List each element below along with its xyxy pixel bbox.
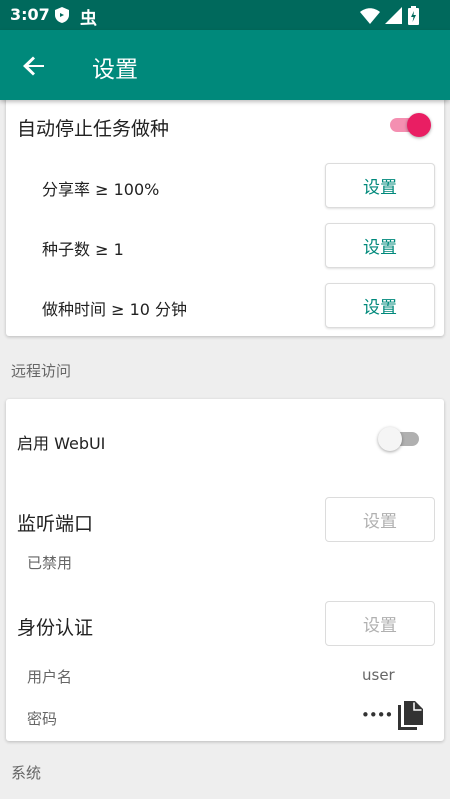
copy-icon[interactable] <box>395 700 425 736</box>
auth-set-button[interactable]: 设置 <box>325 601 435 646</box>
shield-icon <box>55 7 69 27</box>
signal-icon <box>385 7 402 28</box>
switch-thumb <box>407 113 431 137</box>
seed-count-label: 种子数 ≥ 1 <box>42 240 124 259</box>
page-title: 设置 <box>92 57 138 83</box>
share-ratio-label: 分享率 ≥ 100% <box>42 180 160 199</box>
bug-icon: 虫 <box>80 9 97 29</box>
arrow-left-icon[interactable] <box>20 52 48 80</box>
listen-port-label: 监听端口 <box>17 513 94 535</box>
battery-icon <box>408 6 419 29</box>
listen-port-set-button[interactable]: 设置 <box>325 497 435 542</box>
username-label: 用户名 <box>27 668 73 686</box>
seeding-time-label: 做种时间 ≥ 10 分钟 <box>42 300 188 319</box>
password-label: 密码 <box>27 710 58 728</box>
system-section-title: 系统 <box>11 764 42 782</box>
listen-port-status: 已禁用 <box>27 554 73 572</box>
seeding-time-set-button[interactable]: 设置 <box>325 283 435 328</box>
share-ratio-set-button[interactable]: 设置 <box>325 163 435 208</box>
webui-label: 启用 WebUI <box>17 434 106 453</box>
seed-count-set-button[interactable]: 设置 <box>325 223 435 268</box>
auto-stop-switch[interactable] <box>387 113 431 137</box>
app-bar: 设置 <box>0 30 450 100</box>
webui-switch[interactable] <box>378 427 422 451</box>
auto-stop-label: 自动停止任务做种 <box>17 118 170 140</box>
wifi-icon <box>360 8 380 28</box>
switch-thumb <box>378 427 402 451</box>
auth-label: 身份认证 <box>17 617 94 639</box>
status-bar: 3:07 虫 <box>0 0 450 30</box>
status-time: 3:07 <box>10 5 50 24</box>
password-value: •••• <box>361 706 393 724</box>
remote-access-section-title: 远程访问 <box>11 362 72 380</box>
username-value: user <box>362 666 395 684</box>
